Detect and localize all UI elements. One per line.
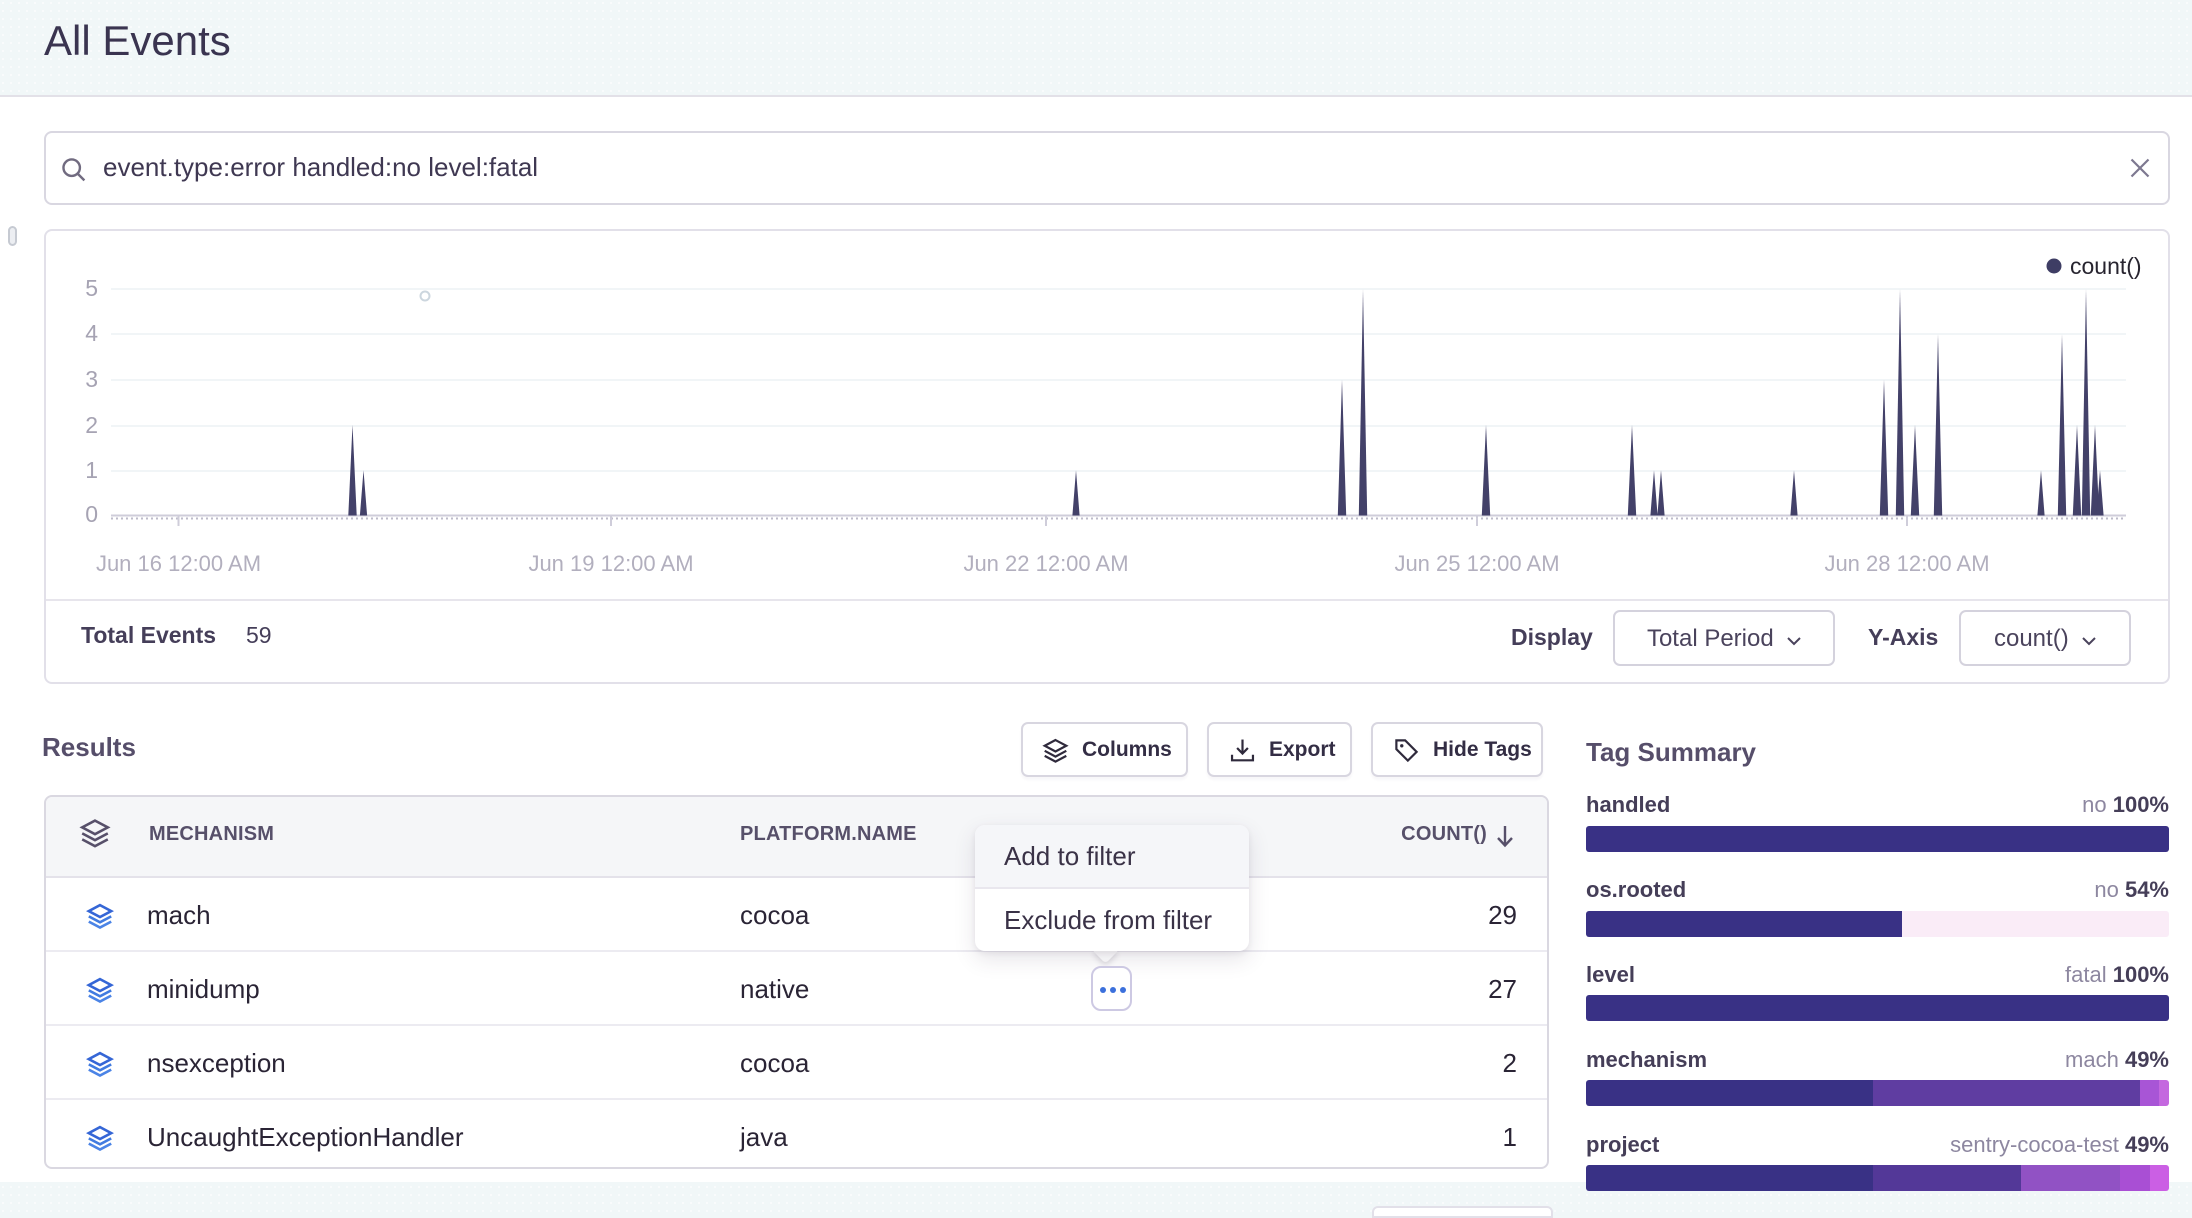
svg-text:Jun 22 12:00 AM: Jun 22 12:00 AM — [963, 551, 1128, 576]
svg-text:Jun 28 12:00 AM: Jun 28 12:00 AM — [1824, 551, 1989, 576]
svg-text:Jun 25 12:00 AM: Jun 25 12:00 AM — [1394, 551, 1559, 576]
svg-text:4: 4 — [85, 320, 98, 346]
svg-text:Jun 19 12:00 AM: Jun 19 12:00 AM — [528, 551, 693, 576]
svg-text:5: 5 — [85, 275, 98, 301]
svg-text:3: 3 — [85, 366, 98, 392]
svg-text:Jun 16 12:00 AM: Jun 16 12:00 AM — [96, 551, 261, 576]
svg-text:2: 2 — [85, 412, 98, 438]
svg-text:0: 0 — [85, 501, 98, 527]
svg-text:1: 1 — [85, 457, 98, 483]
svg-text:count(): count() — [2070, 253, 2142, 279]
